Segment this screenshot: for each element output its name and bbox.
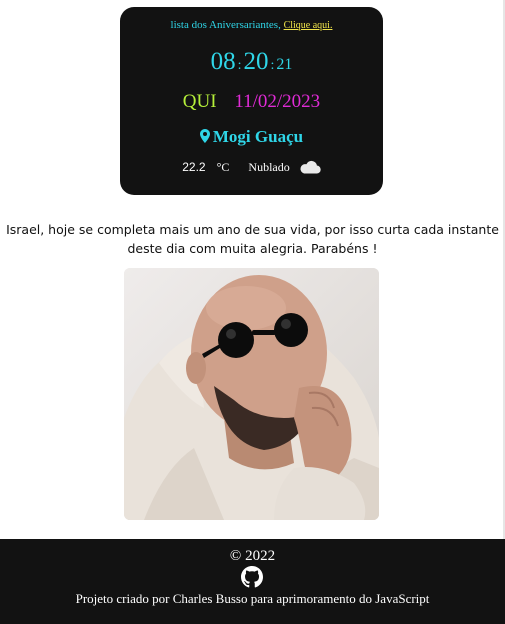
birthday-list-link[interactable]: Clique aqui. <box>284 20 333 31</box>
city-name: Mogi Guaçu <box>212 127 304 146</box>
message-line-1: Israel, hoje se completa mais um ano de … <box>6 222 499 237</box>
weather-condition: Nublado <box>248 160 290 174</box>
credits-text: Projeto criado por Charles Busso para ap… <box>75 591 430 606</box>
time-seconds: 21 <box>276 56 293 73</box>
map-pin-icon <box>199 129 210 143</box>
time-separator: : <box>237 58 242 73</box>
cloud-icon <box>300 160 321 174</box>
temperature-value: 22.2 <box>182 160 206 174</box>
date-display: QUI 11/02/2023 <box>120 91 383 113</box>
birthday-list-text: lista dos Aniversariantes, <box>170 19 281 31</box>
date-label: 11/02/2023 <box>234 91 321 112</box>
birthday-list-header: lista dos Aniversariantes, Clique aqui. <box>120 19 383 31</box>
weekday-label: QUI <box>182 91 217 112</box>
portrait-illustration <box>124 268 379 520</box>
github-icon[interactable] <box>241 566 263 588</box>
message-line-2: deste dia com muita alegria. Parabéns ! <box>127 241 378 256</box>
time-hours: 08 <box>210 48 236 75</box>
location-row: Mogi Guaçu <box>120 127 383 147</box>
weather-row: 22.2 °C Nublado <box>120 160 383 175</box>
clock-card: lista dos Aniversariantes, Clique aqui. … <box>120 7 383 195</box>
birthday-message: Israel, hoje se completa mais um ano de … <box>0 220 505 258</box>
time-display: 08:20:21 <box>120 48 383 76</box>
temperature-unit: °C <box>216 160 230 174</box>
time-minutes: 20 <box>243 48 269 75</box>
copyright-text: © 2022 <box>229 548 276 564</box>
footer: © 2022 Projeto criado por Charles Busso … <box>0 539 505 624</box>
birthday-person-photo <box>124 268 379 520</box>
